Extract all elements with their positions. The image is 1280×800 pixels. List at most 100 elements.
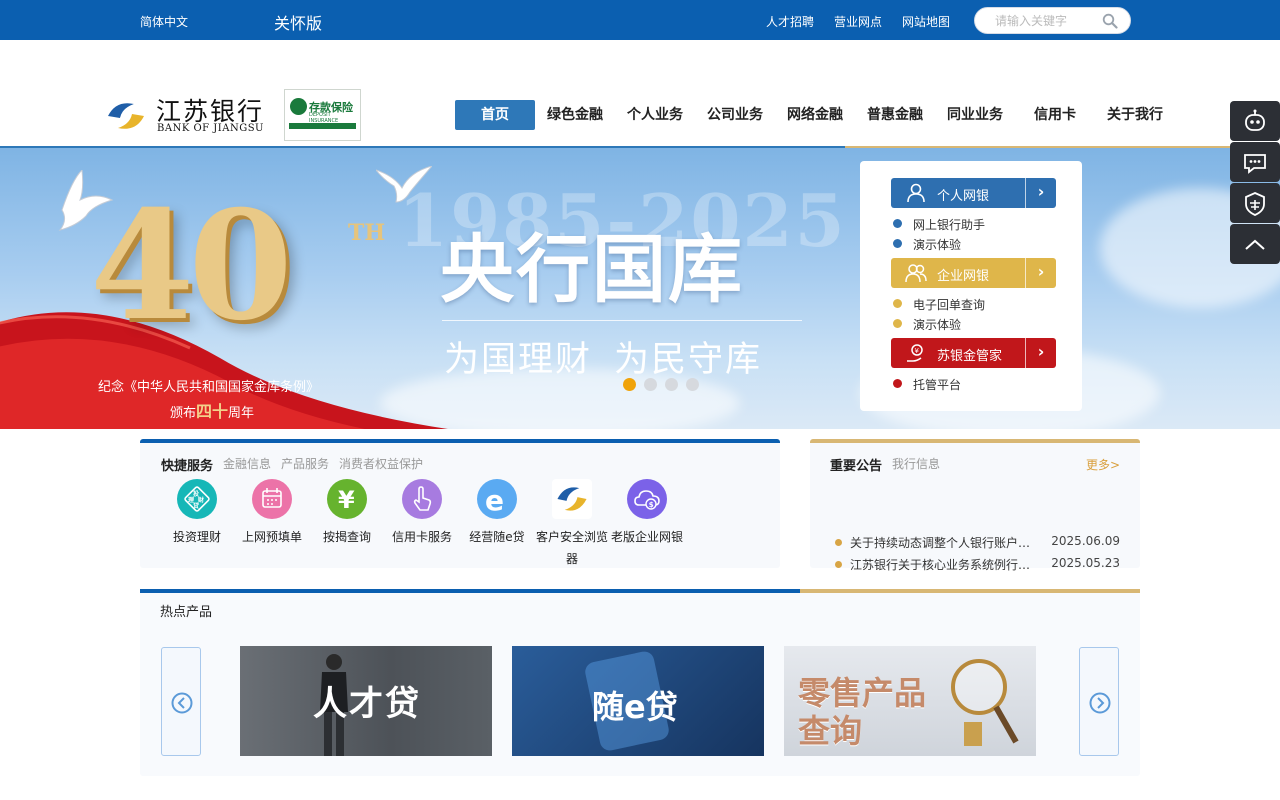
invest-icon: 投理财贷 (177, 479, 217, 519)
section-bar (140, 589, 800, 593)
more-link[interactable]: 更多> (1086, 456, 1120, 473)
top-link-branches[interactable]: 营业网点 (834, 13, 882, 30)
top-link-careers[interactable]: 人才招聘 (766, 13, 814, 30)
bank-logo-mark-icon (108, 103, 144, 129)
dove-icon (376, 166, 432, 203)
nav-item-credit-card[interactable]: 信用卡 (1015, 100, 1095, 130)
back-to-top-button[interactable] (1230, 224, 1280, 264)
notice-date: 2025.06.09 (1051, 534, 1120, 548)
main-nav: 首页 绿色金融 个人业务 公司业务 网络金融 普惠金融 同业业务 信用卡 关于我… (455, 100, 1175, 130)
personal-ebank-label: 个人网银 (937, 189, 990, 204)
svg-text:$: $ (649, 501, 654, 509)
carousel-next-button[interactable] (1079, 647, 1119, 756)
hand-card-icon (402, 479, 442, 519)
banner-subline-a: 为国理财 (444, 340, 593, 380)
quick-item-label: 客户安全浏览器 (535, 530, 608, 566)
banner-subline: 为国理财 为民守库 (444, 331, 762, 382)
banner-divider (442, 320, 802, 321)
section-bar-gold (800, 589, 1140, 593)
custody-link-platform[interactable]: 托管平台 (893, 376, 961, 393)
quick-item-legacy-corporate[interactable]: $ 老版企业网银 (607, 479, 687, 548)
chevron-left-icon (171, 692, 193, 714)
calendar-icon (252, 479, 292, 519)
personal-ebank-button[interactable]: 个人网银 › (891, 178, 1056, 208)
bank-logo[interactable]: 江苏银行 BANK OF JIANGSU (104, 92, 279, 138)
hero-banner[interactable]: 1985-2025 40 TH 央行国库 为国理财 为民守库 纪念《中华人民共和国… (0, 148, 1280, 429)
robot-icon (1245, 109, 1265, 131)
nav-item-home[interactable]: 首页 (455, 100, 535, 130)
corporate-ebank-label: 企业网银 (937, 269, 990, 284)
nav-item-personal[interactable]: 个人业务 (615, 100, 695, 130)
quick-item-mortgage[interactable]: ¥ 按揭查询 (307, 479, 387, 548)
svg-text:贷: 贷 (192, 502, 199, 510)
notice-title: 关于持续动态调整个人银行账户… (850, 536, 1031, 550)
person-icon (907, 183, 925, 203)
top-links: 人才招聘 营业网点 网站地图 (766, 13, 950, 30)
personal-link-demo[interactable]: 演示体验 (893, 236, 961, 253)
quick-services-panel: 快捷服务 金融信息 产品服务 消费者权益保护 投理财贷 投资理财 上网预填单 ¥… (140, 439, 780, 568)
nav-item-corporate[interactable]: 公司业务 (695, 100, 775, 130)
quick-item-investment[interactable]: 投理财贷 投资理财 (157, 479, 237, 548)
tab-consumer-protection[interactable]: 消费者权益保护 (339, 455, 423, 474)
product-card-talent-loan[interactable]: 人才贷 (240, 646, 492, 756)
deposit-badge-band (289, 123, 356, 129)
users-icon (905, 264, 927, 283)
quick-item-e-loan[interactable]: e 经营随e贷 (457, 479, 537, 548)
robot-assistant-button[interactable] (1230, 101, 1280, 141)
svg-text:¥: ¥ (338, 486, 355, 514)
search-input[interactable] (995, 12, 1095, 30)
corporate-link-receipt[interactable]: 电子回单查询 (893, 296, 985, 313)
quick-item-credit-card[interactable]: 信用卡服务 (382, 479, 462, 548)
e-loan-icon: e (477, 479, 517, 519)
product-card-text: 随e贷 (592, 688, 678, 726)
side-toolbar (1230, 101, 1280, 265)
tab-bank-info[interactable]: 我行信息 (892, 455, 940, 474)
nav-item-about[interactable]: 关于我行 (1095, 100, 1175, 130)
nav-item-inclusive-finance[interactable]: 普惠金融 (855, 100, 935, 130)
banner-memo-line1: 纪念《中华人民共和国国家金库条例》 (98, 380, 320, 395)
notice-tabs: 重要公告 我行信息 (830, 455, 940, 474)
chevron-right-icon: › (1025, 258, 1056, 288)
nav-item-online-finance[interactable]: 网络金融 (775, 100, 855, 130)
quick-item-secure-browser[interactable]: 客户安全浏览器 (532, 479, 612, 570)
chevron-right-icon: › (1025, 178, 1056, 208)
corporate-ebank-button[interactable]: 企业网银 › (891, 258, 1056, 288)
back-to-top-icon (1245, 239, 1265, 250)
deposit-insurance-badge[interactable]: 存款保险 DEPOSIT INSURANCE (284, 89, 361, 141)
tab-financial-info[interactable]: 金融信息 (223, 455, 271, 474)
personal-link-assistant[interactable]: 网上银行助手 (893, 216, 985, 233)
banner-memo-line2: 颁布四十周年 (170, 402, 255, 421)
top-link-sitemap[interactable]: 网站地图 (902, 13, 950, 30)
product-card-retail-query[interactable]: 零售产品 查询 (784, 646, 1036, 756)
search-icon[interactable] (1102, 13, 1118, 29)
search-box (974, 7, 1131, 34)
language-switch[interactable]: 简体中文 (140, 13, 188, 30)
nav-item-interbank[interactable]: 同业业务 (935, 100, 1015, 130)
quick-item-label: 信用卡服务 (391, 530, 452, 544)
nav-item-green-finance[interactable]: 绿色金融 (535, 100, 615, 130)
dove-icon (58, 170, 114, 231)
tab-product-services[interactable]: 产品服务 (281, 455, 329, 474)
hot-products-title: 热点产品 (160, 605, 213, 620)
tab-important-notices[interactable]: 重要公告 (830, 455, 882, 474)
banner-subline-b: 为民守库 (614, 340, 763, 380)
online-banking-panel: 个人网银 › 网上银行助手 演示体验 企业网银 › 电子回单查询 演示体验 ¥ … (860, 161, 1082, 411)
care-mode-link[interactable]: 关怀版 (274, 10, 322, 34)
carousel-dot[interactable] (644, 378, 657, 391)
product-card-text: 人才贷 (313, 684, 421, 724)
chevron-right-icon (1089, 692, 1111, 714)
corporate-link-demo[interactable]: 演示体验 (893, 316, 961, 333)
quick-item-label: 上网预填单 (241, 530, 302, 544)
carousel-prev-button[interactable] (161, 647, 201, 756)
quick-item-label: 老版企业网银 (610, 530, 683, 544)
chat-button[interactable] (1230, 142, 1280, 182)
magnifier-icon (951, 659, 1019, 746)
carousel-dot[interactable] (686, 378, 699, 391)
security-button[interactable] (1230, 183, 1280, 223)
carousel-dot[interactable] (665, 378, 678, 391)
carousel-dot[interactable] (623, 378, 636, 391)
product-card-e-loan[interactable]: 随e贷 (512, 646, 764, 756)
custody-button[interactable]: ¥ 苏银金管家 › (891, 338, 1056, 368)
quick-item-prefill[interactable]: 上网预填单 (232, 479, 312, 548)
tab-quick-services[interactable]: 快捷服务 (161, 455, 213, 474)
